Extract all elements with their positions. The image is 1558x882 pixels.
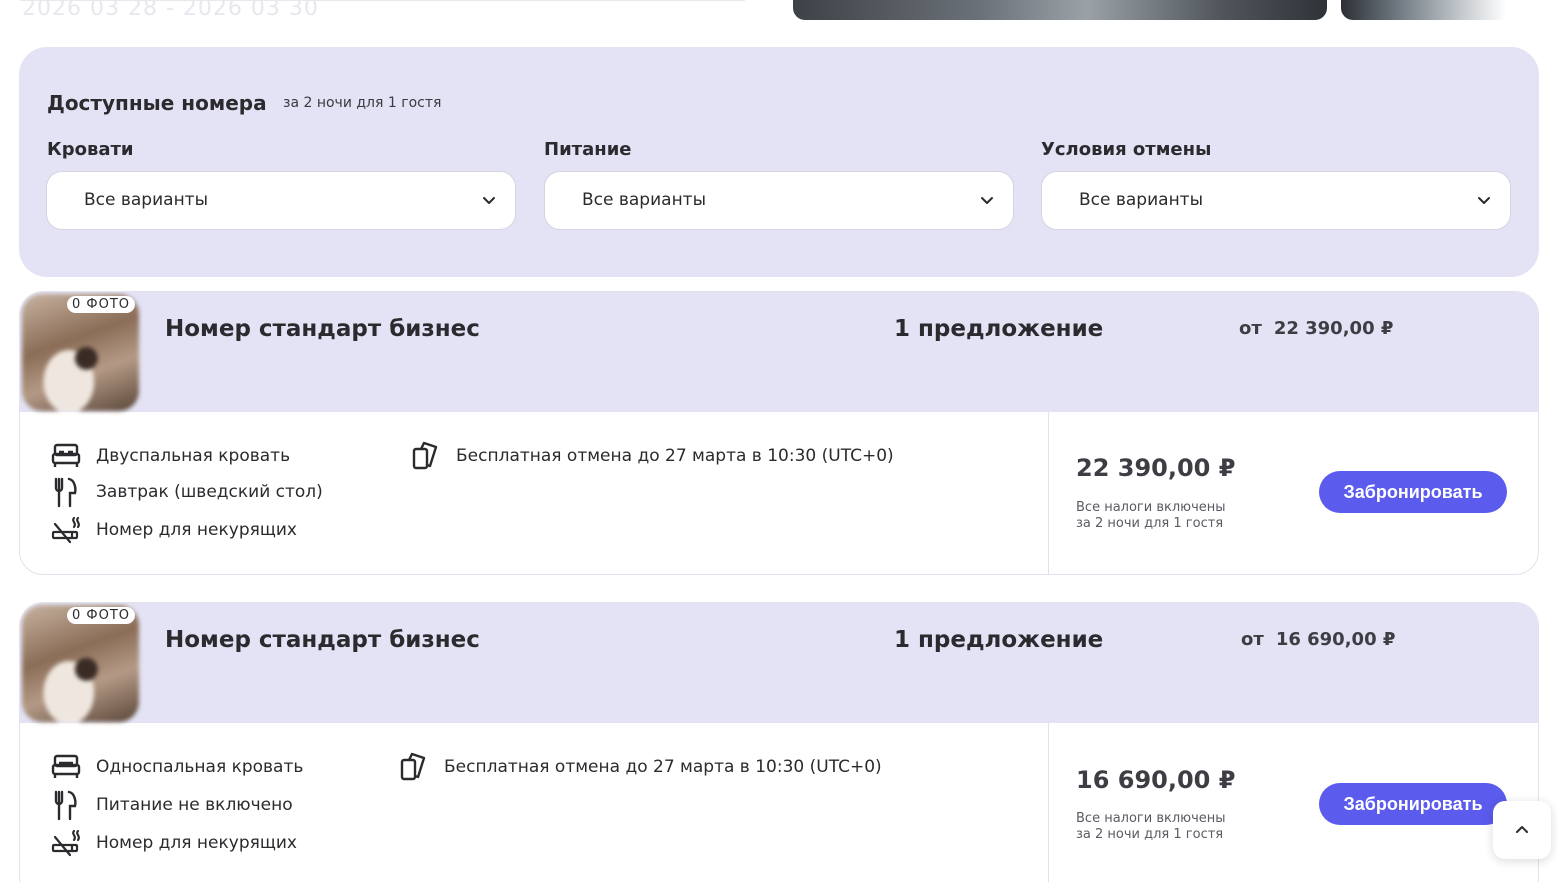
- cards-icon: [400, 752, 426, 781]
- book-button[interactable]: Забронировать: [1319, 783, 1507, 825]
- date-range: 2026 03 28 - 2026 03 30: [22, 0, 319, 21]
- chevron-up-icon: [1516, 826, 1528, 833]
- smoking-feature: Номер для некурящих: [50, 514, 297, 546]
- bed-text: Двуспальная кровать: [96, 446, 291, 466]
- from-price: от 16 690,00 ₽: [1241, 629, 1395, 650]
- beds-select[interactable]: Все варианты: [46, 171, 516, 230]
- offers-count: 1 предложение: [894, 627, 1104, 653]
- filters-subtitle: за 2 ночи для 1 гостя: [283, 95, 442, 111]
- hotel-photo[interactable]: [793, 0, 1327, 20]
- from-price: от 22 390,00 ₽: [1239, 318, 1393, 339]
- smoking-text: Номер для некурящих: [96, 520, 297, 540]
- room-title: Номер стандарт бизнес: [165, 316, 480, 342]
- chevron-down-icon: [1478, 197, 1490, 204]
- cancellation-text: Бесплатная отмена до 27 марта в 10:30 (U…: [444, 757, 882, 777]
- meals-select[interactable]: Все варианты: [544, 171, 1014, 230]
- scroll-top-button[interactable]: [1493, 801, 1551, 859]
- photo-count-badge: 0 ФОТО: [67, 296, 135, 313]
- nights-note: за 2 ночи для 1 гостя: [1076, 516, 1224, 531]
- beds-label: Кровати: [47, 139, 134, 160]
- hotel-photo-secondary[interactable]: [1341, 0, 1506, 20]
- from-label: от: [1241, 629, 1264, 650]
- smoking-feature: Номер для некурящих: [50, 827, 297, 859]
- price: 22 390,00 ₽: [1076, 454, 1236, 482]
- from-price-value: 16 690,00 ₽: [1275, 629, 1396, 650]
- divider: [1048, 412, 1049, 574]
- cancellation-text: Бесплатная отмена до 27 марта в 10:30 (U…: [456, 446, 894, 466]
- meals-label: Питание: [544, 139, 632, 160]
- room-card: 0 ФОТО Номер стандарт бизнес 1 предложен…: [19, 602, 1539, 882]
- fork-knife-icon: [54, 477, 77, 508]
- nights-note: за 2 ночи для 1 гостя: [1076, 827, 1224, 842]
- no-smoking-icon: [51, 516, 80, 544]
- bed-icon: [51, 754, 81, 778]
- cancellation-select[interactable]: Все варианты: [1041, 171, 1511, 230]
- tax-note: Все налоги включены: [1076, 811, 1226, 826]
- bed-feature: Двуспальная кровать: [50, 440, 290, 472]
- price: 16 690,00 ₽: [1076, 766, 1236, 794]
- price-note: Все налоги включены за 2 ночи для 1 гост…: [1076, 811, 1226, 843]
- meal-text: Завтрак (шведский стол): [96, 482, 323, 502]
- room-title: Номер стандарт бизнес: [165, 627, 480, 653]
- no-smoking-icon: [51, 829, 80, 857]
- bed-feature: Односпальная кровать: [50, 751, 303, 783]
- offers-count: 1 предложение: [894, 316, 1104, 342]
- room-card-header: 0 ФОТО Номер стандарт бизнес 1 предложен…: [20, 292, 1538, 412]
- filters-panel: Доступные номера за 2 ночи для 1 гостя К…: [19, 47, 1539, 277]
- price-note: Все налоги включены за 2 ночи для 1 гост…: [1076, 500, 1226, 532]
- meal-feature: Завтрак (шведский стол): [50, 476, 323, 508]
- meals-select-value: Все варианты: [582, 190, 707, 210]
- from-price-value: 22 390,00 ₽: [1273, 318, 1394, 339]
- room-card-header: 0 ФОТО Номер стандарт бизнес 1 предложен…: [20, 603, 1538, 723]
- divider: [1048, 723, 1049, 882]
- cancellation-feature: Бесплатная отмена до 27 марта в 10:30 (U…: [398, 751, 882, 783]
- smoking-text: Номер для некурящих: [96, 833, 297, 853]
- from-label: от: [1239, 318, 1262, 339]
- fork-knife-icon: [54, 790, 77, 821]
- chevron-down-icon: [483, 197, 495, 204]
- beds-select-value: Все варианты: [84, 190, 209, 210]
- bed-icon: [51, 443, 81, 467]
- tax-note: Все налоги включены: [1076, 500, 1226, 515]
- cancellation-label: Условия отмены: [1041, 139, 1212, 160]
- chevron-down-icon: [981, 197, 993, 204]
- cancellation-select-value: Все варианты: [1079, 190, 1204, 210]
- bed-text: Односпальная кровать: [96, 757, 304, 777]
- filters-title: Доступные номера: [47, 91, 267, 115]
- meal-feature: Питание не включено: [50, 789, 293, 821]
- book-button[interactable]: Забронировать: [1319, 471, 1507, 513]
- cancellation-feature: Бесплатная отмена до 27 марта в 10:30 (U…: [410, 440, 894, 472]
- cards-icon: [412, 441, 438, 470]
- meal-text: Питание не включено: [96, 795, 293, 815]
- room-card: 0 ФОТО Номер стандарт бизнес 1 предложен…: [19, 291, 1539, 575]
- photo-count-badge: 0 ФОТО: [67, 607, 135, 624]
- divider: [20, 0, 745, 1]
